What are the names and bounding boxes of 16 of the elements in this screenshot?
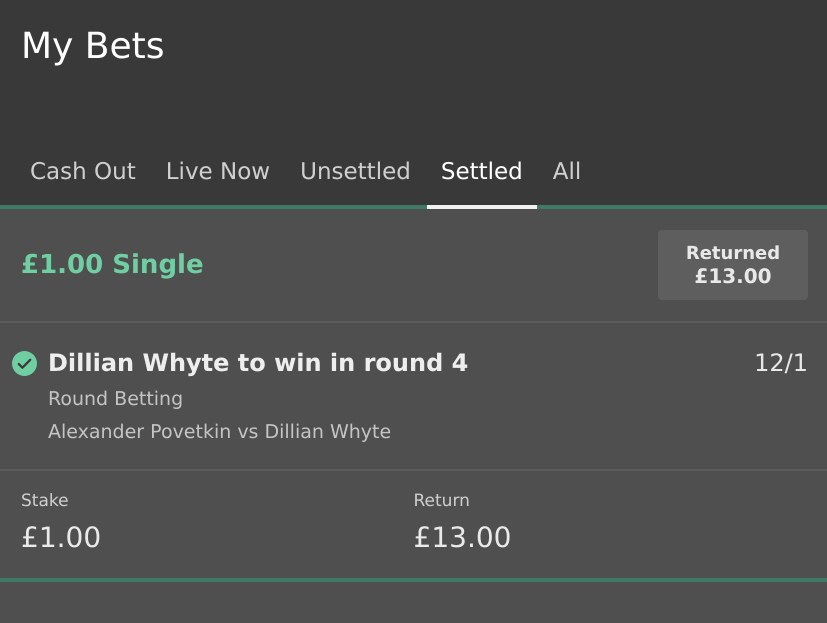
tab[interactable]: Cash Out xyxy=(16,159,150,209)
tab[interactable]: Live Now xyxy=(152,159,284,209)
return-label: Return xyxy=(414,491,471,511)
selection-name: Dillian Whyte to win in round 4 xyxy=(48,349,470,377)
stake-value: £1.00 xyxy=(21,521,102,554)
bet-title: £1.00 Single xyxy=(21,250,204,280)
odds: 12/1 xyxy=(754,349,808,377)
event-name: Alexander Povetkin vs Dillian Whyte xyxy=(47,421,392,443)
return-value: £13.00 xyxy=(414,521,512,554)
tab[interactable]: Unsettled xyxy=(286,159,425,209)
page-title: My Bets xyxy=(20,25,166,67)
tab[interactable]: All xyxy=(538,159,596,209)
badge-label: Returned xyxy=(686,242,780,264)
stake-label: Stake xyxy=(21,491,70,511)
market-name: Round Betting xyxy=(47,388,184,410)
badge-amount: £13.00 xyxy=(694,264,772,288)
